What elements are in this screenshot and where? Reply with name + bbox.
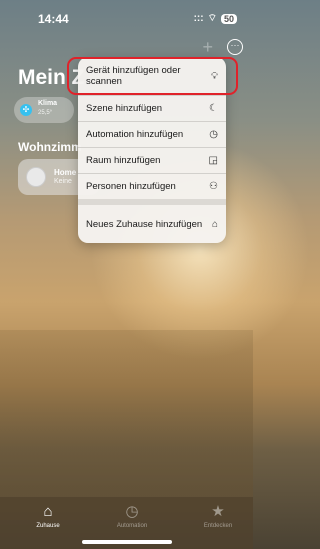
- moon-icon: ☾: [209, 103, 218, 114]
- tab-explore[interactable]: ★ Entdecken: [188, 503, 248, 529]
- wifi-icon: ⌔: [207, 13, 217, 24]
- menu-item-label: Raum hinzufügen: [86, 155, 161, 166]
- add-button[interactable]: +: [202, 38, 213, 56]
- accessory-state: Keine: [54, 178, 72, 185]
- top-actions: + ···: [202, 38, 243, 56]
- highlight-outline: [67, 57, 238, 95]
- background-field: [0, 330, 253, 520]
- menu-item-add-room[interactable]: Raum hinzufügen ◲: [78, 148, 226, 174]
- tab-label: Zuhause: [36, 523, 60, 529]
- climate-chip[interactable]: ✣ Klima 25,5°: [14, 97, 74, 123]
- battery-icon: 50: [220, 13, 237, 24]
- menu-item-add-scene[interactable]: Szene hinzufügen ☾: [78, 96, 226, 122]
- status-icons: ::: ⌔ 50: [194, 12, 237, 25]
- tab-label: Entdecken: [203, 523, 233, 529]
- clock-fill-icon: ◷: [125, 503, 139, 520]
- accessory-name: Home: [54, 168, 77, 177]
- signal-icon: :::: [193, 13, 204, 24]
- room-title[interactable]: Wohnzimm: [18, 140, 82, 154]
- tab-label: Automation: [116, 523, 148, 529]
- fan-icon: ✣: [20, 104, 32, 116]
- room-icon: ◲: [208, 155, 218, 166]
- tab-automation[interactable]: ◷ Automation: [102, 503, 162, 529]
- home-indicator: [82, 540, 172, 544]
- climate-label: Klima: [38, 100, 58, 107]
- status-time: 14:44: [38, 12, 69, 26]
- climate-value: 25,5°: [38, 110, 53, 116]
- homepod-icon: [26, 167, 46, 187]
- status-bar: 14:44 ::: ⌔ 50: [0, 0, 253, 36]
- people-icon: ⚇: [209, 181, 218, 192]
- house-fill-icon: ⌂: [43, 503, 53, 520]
- house-icon: ⌂: [211, 218, 218, 230]
- menu-item-add-people[interactable]: Personen hinzufügen ⚇: [78, 174, 226, 199]
- menu-item-new-home[interactable]: Neues Zuhause hinzufügen ⌂: [78, 205, 226, 243]
- tab-home[interactable]: ⌂ Zuhause: [18, 503, 78, 529]
- star-icon: ★: [211, 503, 225, 520]
- menu-item-label: Neues Zuhause hinzufügen: [86, 218, 203, 230]
- menu-item-label: Personen hinzufügen: [86, 181, 176, 192]
- menu-item-label: Automation hinzufügen: [86, 129, 184, 140]
- more-options-button[interactable]: ···: [227, 39, 243, 55]
- clock-icon: ◷: [209, 129, 218, 140]
- menu-item-add-automation[interactable]: Automation hinzufügen ◷: [78, 122, 226, 148]
- menu-item-label: Szene hinzufügen: [86, 103, 163, 114]
